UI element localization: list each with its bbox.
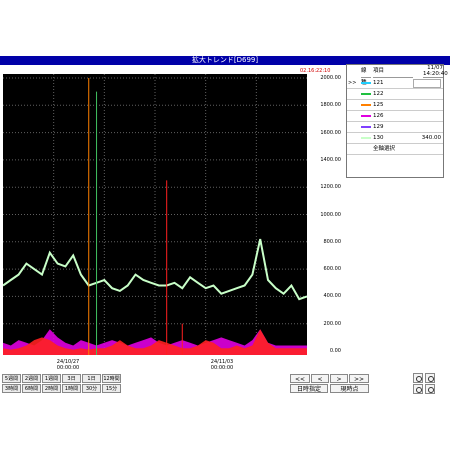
selection-marker: >> <box>348 80 357 86</box>
y-tick-label: 0.00 <box>329 348 341 354</box>
range-button[interactable]: 6時間 <box>22 384 41 393</box>
range-button[interactable]: 3日 <box>62 374 81 383</box>
legend-time: 14:20:40 <box>423 71 448 77</box>
range-button[interactable]: 30分 <box>82 384 101 393</box>
trend-plot-area[interactable] <box>3 74 307 355</box>
legend-item-121[interactable]: >> 121 <box>347 78 443 89</box>
legend-col-type: 線種 <box>361 65 371 86</box>
zoom-out-icon[interactable] <box>425 384 435 394</box>
legend-item-label: 121 <box>373 80 384 86</box>
range-button[interactable]: 15分 <box>102 384 121 393</box>
legend-item-label: 126 <box>373 113 384 119</box>
legend-item-126[interactable]: 126 <box>347 111 443 122</box>
legend-item-label: 122 <box>373 91 384 97</box>
line-swatch-icon <box>361 137 371 139</box>
y-tick-label: 200.00 <box>323 320 342 327</box>
range-button[interactable]: 2週間 <box>22 374 41 383</box>
legend-item-value: 340.00 <box>421 135 441 141</box>
y-tick-label: 1200.00 <box>320 184 341 191</box>
line-swatch-icon <box>361 126 371 128</box>
x-tick-time: 00:00:00 <box>210 365 234 371</box>
x-tick-label: 24/10/27 00:00:00 <box>48 359 88 371</box>
nav-prev-button[interactable]: < <box>311 374 329 383</box>
line-swatch-icon <box>361 82 371 84</box>
legend-item-label: 129 <box>373 124 384 130</box>
legend-item-129[interactable]: 129 <box>347 122 443 133</box>
scroll-down-icon[interactable] <box>413 384 423 394</box>
legend-item-130[interactable]: 130 340.00 <box>347 133 443 144</box>
range-button[interactable]: 1時間 <box>62 384 81 393</box>
nav-next-button[interactable]: > <box>330 374 348 383</box>
range-button[interactable]: 3時間 <box>2 384 21 393</box>
nav-first-button[interactable]: << <box>290 374 310 383</box>
trend-chart <box>3 74 307 355</box>
value-box <box>413 79 441 88</box>
trend-window: 拡大トレンド[D699] 02.16:22:10 2000.00 1800.00 1… <box>0 56 450 394</box>
legend-item-125[interactable]: 125 <box>347 100 443 111</box>
legend-item-122[interactable]: 122 <box>347 89 443 100</box>
legend-all-axis[interactable]: 全軸選択 <box>347 144 443 155</box>
y-tick-label: 1600.00 <box>320 129 341 136</box>
nav-date-set-button[interactable]: 日時指定 <box>290 384 328 393</box>
legend-item-label: 130 <box>373 135 384 141</box>
all-axis-label: 全軸選択 <box>373 146 396 152</box>
nav-last-button[interactable]: >> <box>349 374 369 383</box>
zoom-in-icon[interactable] <box>425 373 435 383</box>
range-button[interactable]: 2時間 <box>42 384 61 393</box>
y-tick-label: 1000.00 <box>320 211 341 218</box>
range-button[interactable]: 12時間 <box>102 374 121 383</box>
y-axis: 2000.00 1800.00 1600.00 1400.00 1200.00 1000.… <box>308 66 344 366</box>
scroll-icon[interactable] <box>413 373 423 383</box>
y-tick-label: 1800.00 <box>320 102 341 109</box>
line-swatch-icon <box>361 93 371 95</box>
y-tick-label: 600.00 <box>323 266 342 273</box>
y-tick-label: 400.00 <box>323 293 342 300</box>
range-button[interactable]: 5週間 <box>2 374 21 383</box>
x-tick-time: 00:00:00 <box>56 365 80 371</box>
line-swatch-icon <box>361 115 371 117</box>
legend-item-label: 125 <box>373 102 384 108</box>
range-button[interactable]: 1週間 <box>42 374 61 383</box>
range-button[interactable]: 1日 <box>82 374 101 383</box>
legend-col-item: 項目 <box>373 65 413 78</box>
nav-now-button[interactable]: 現時点 <box>330 384 369 393</box>
legend-panel: 線種 項目 11/07 14:20:40 >>12112212512612913… <box>346 64 448 178</box>
line-swatch-icon <box>361 104 371 106</box>
y-tick-label: 1400.00 <box>320 156 341 163</box>
y-tick-label: 2000.00 <box>320 75 341 81</box>
y-tick-label: 800.00 <box>323 238 342 245</box>
x-tick-label: 24/11/03 00:00:00 <box>202 359 242 371</box>
